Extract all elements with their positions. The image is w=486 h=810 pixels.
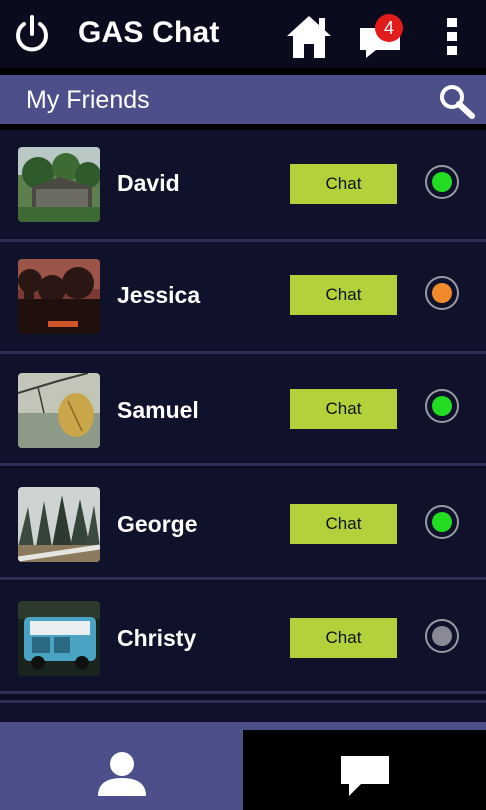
chat-button[interactable]: Chat [290, 504, 397, 544]
home-icon[interactable] [285, 14, 333, 60]
header-divider [0, 68, 486, 75]
top-bar [0, 0, 486, 68]
avatar [18, 259, 100, 334]
app-title: GAS Chat [78, 16, 220, 49]
status-dot [432, 396, 452, 416]
tab-friends[interactable] [0, 722, 243, 810]
list-remainder [0, 700, 486, 722]
row-divider [0, 463, 486, 466]
row-divider [0, 691, 486, 694]
row-divider [0, 577, 486, 580]
avatar [18, 147, 100, 222]
avatar [18, 373, 100, 448]
chat-bubble-icon [341, 756, 389, 796]
power-icon[interactable] [12, 14, 52, 56]
chat-button[interactable]: Chat [290, 164, 397, 204]
friend-name: George [117, 511, 198, 537]
search-icon[interactable] [438, 84, 476, 120]
friend-name: Christy [117, 625, 197, 651]
chat-button[interactable]: Chat [290, 275, 397, 315]
friend-row-christy[interactable]: Christy Chat [0, 582, 486, 694]
status-dot [432, 283, 452, 303]
avatar [18, 487, 100, 562]
section-title: My Friends [26, 86, 150, 114]
friend-name: Samuel [117, 397, 199, 423]
friend-row-samuel[interactable]: Samuel Chat [0, 354, 486, 466]
avatar [18, 601, 100, 676]
chat-button[interactable]: Chat [290, 389, 397, 429]
status-dot [432, 626, 452, 646]
status-indicator [425, 389, 459, 423]
more-vertical-icon[interactable] [442, 16, 462, 56]
status-indicator [425, 619, 459, 653]
tab-chats[interactable] [243, 730, 486, 810]
status-dot [432, 512, 452, 532]
notification-badge[interactable]: 4 [375, 14, 403, 42]
subheader-bar: My Friends [0, 75, 486, 124]
tab-chats-border [243, 722, 486, 730]
friend-row-jessica[interactable]: Jessica Chat [0, 242, 486, 354]
status-dot [432, 172, 452, 192]
status-indicator [425, 165, 459, 199]
friend-row-george[interactable]: George Chat [0, 468, 486, 580]
status-indicator [425, 505, 459, 539]
chat-button[interactable]: Chat [290, 618, 397, 658]
status-indicator [425, 276, 459, 310]
person-icon [98, 752, 146, 796]
friend-row-david[interactable]: David Chat [0, 130, 486, 242]
friend-name: David [117, 170, 180, 196]
friend-name: Jessica [117, 282, 201, 308]
row-divider [0, 700, 486, 703]
